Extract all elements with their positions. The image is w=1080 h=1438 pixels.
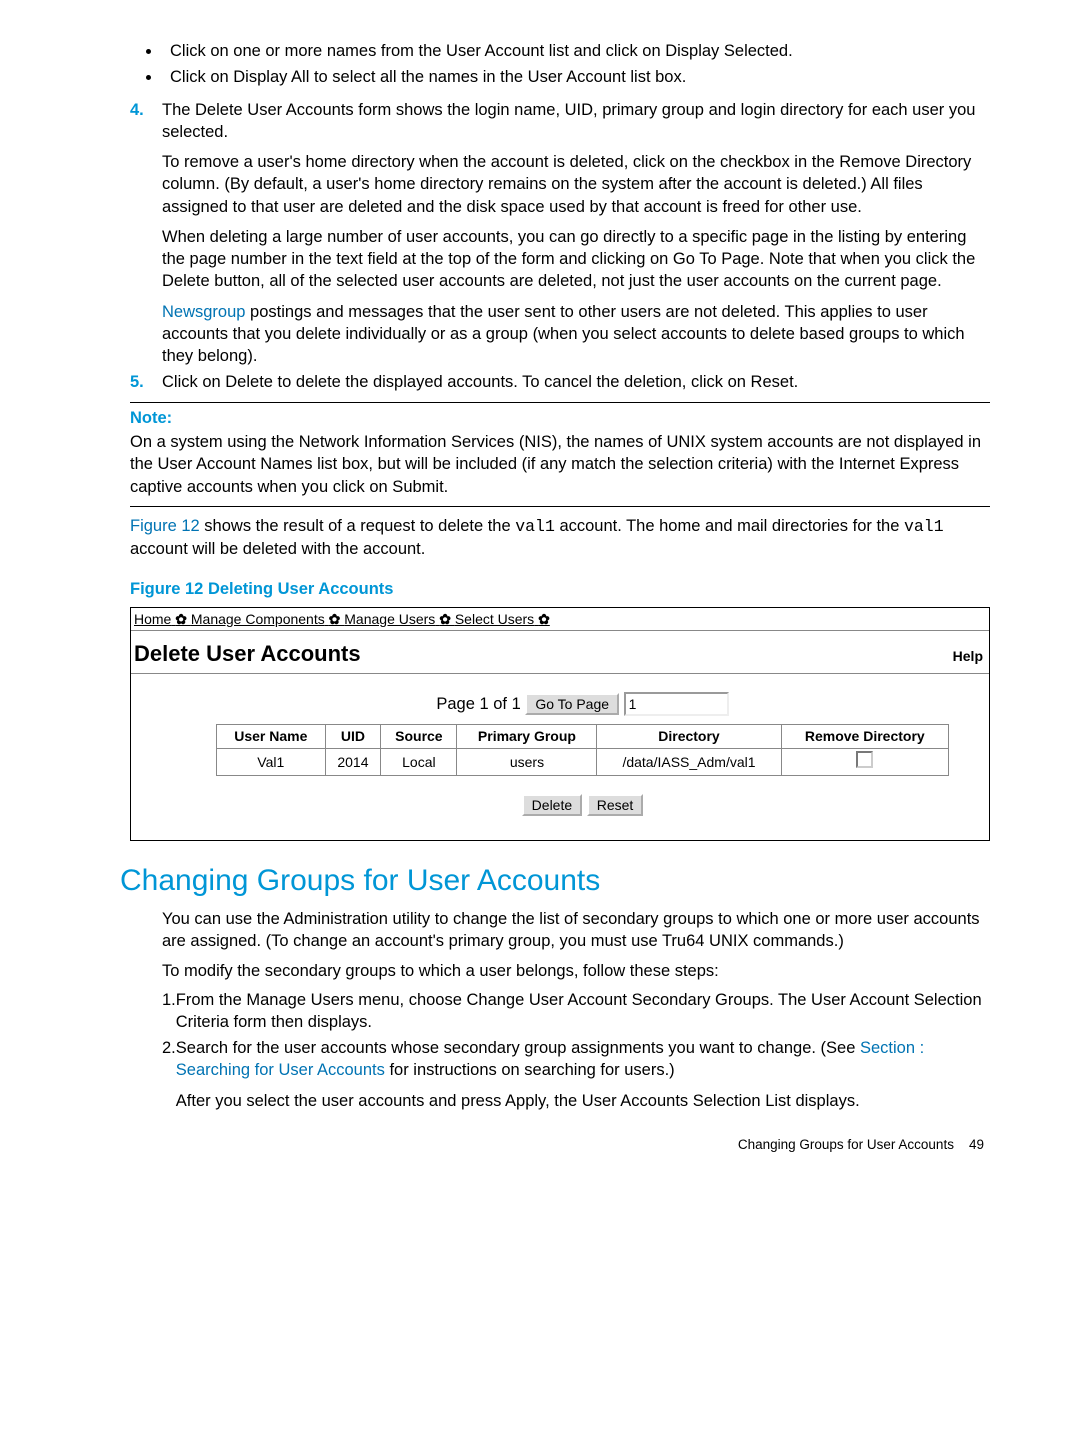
top-sub-bullets: Click on one or more names from the User…	[162, 40, 990, 89]
td-rdir	[781, 749, 948, 776]
reset-button[interactable]: Reset	[587, 794, 644, 816]
td-source: Local	[381, 749, 457, 776]
top-ordered-list: 4. The Delete User Accounts form shows t…	[130, 99, 990, 394]
crumb-home[interactable]: Home	[134, 611, 171, 627]
after-note-mono1: val1	[515, 517, 555, 536]
panel-title: Delete User Accounts	[134, 639, 361, 669]
th-user: User Name	[217, 725, 326, 749]
th-dir: Directory	[597, 725, 781, 749]
bullet-2: Click on Display All to select all the n…	[162, 66, 990, 88]
crumb-manage-users[interactable]: Manage Users	[344, 611, 435, 627]
footer-label: Changing Groups for User Accounts	[738, 1137, 954, 1152]
crumb-select-users[interactable]: Select Users	[455, 611, 534, 627]
section-title: Changing Groups for User Accounts	[120, 861, 990, 902]
accounts-table: User Name UID Source Primary Group Direc…	[216, 724, 949, 776]
note-divider-top	[130, 402, 990, 403]
go-to-page-button[interactable]: Go To Page	[525, 693, 619, 715]
td-pgroup: users	[457, 749, 597, 776]
sec2-it2-b: for instructions on searching for users.…	[385, 1061, 675, 1079]
sec2-num-2: 2.	[162, 1037, 176, 1112]
th-source: Source	[381, 725, 457, 749]
after-note-para: Figure 12 shows the result of a request …	[130, 515, 990, 561]
footer-page: 49	[969, 1137, 984, 1152]
page-label: Page 1 of 1	[436, 695, 520, 713]
crumb-manage-components[interactable]: Manage Components	[191, 611, 325, 627]
th-rdir: Remove Directory	[781, 725, 948, 749]
after-note-tail: account will be deleted with the account…	[130, 540, 425, 558]
crumb-sep-2: ✿	[329, 611, 345, 627]
remove-dir-checkbox[interactable]	[856, 751, 873, 768]
note-heading: Note:	[130, 407, 990, 429]
th-uid: UID	[325, 725, 381, 749]
item4-p4-rest: postings and messages that the user sent…	[162, 303, 965, 366]
item4-p4: Newsgroup postings and messages that the…	[162, 301, 990, 368]
sec2-it2-p2: After you select the user accounts and p…	[176, 1090, 990, 1112]
table-row: Val1 2014 Local users /data/IASS_Adm/val…	[217, 749, 949, 776]
sec2-it2-a: Search for the user accounts whose secon…	[176, 1039, 860, 1057]
after-note-mono2: val1	[904, 517, 944, 536]
sec2-num-1: 1.	[162, 989, 176, 1034]
page-row: Page 1 of 1 Go To Page	[216, 692, 949, 716]
crumb-sep-1: ✿	[175, 611, 191, 627]
sec2-p2: To modify the secondary groups to which …	[162, 960, 990, 982]
bullet-1: Click on one or more names from the User…	[162, 40, 990, 62]
crumb-sep-3: ✿	[439, 611, 455, 627]
th-pgroup: Primary Group	[457, 725, 597, 749]
after-note-mid1: shows the result of a request to delete …	[200, 517, 516, 535]
breadcrumb: Home ✿ Manage Components ✿ Manage Users …	[131, 608, 989, 632]
page-input[interactable]	[624, 692, 729, 716]
help-link[interactable]: Help	[953, 647, 983, 666]
delete-button[interactable]: Delete	[522, 794, 582, 816]
newsgroup-link[interactable]: Newsgroup	[162, 303, 245, 321]
item5-text: Click on Delete to delete the displayed …	[162, 371, 990, 393]
list-num-4: 4.	[130, 99, 162, 368]
after-note-mid2: account. The home and mail directories f…	[555, 517, 904, 535]
list-num-5: 5.	[130, 371, 162, 393]
sec2-list: 1. From the Manage Users menu, choose Ch…	[162, 989, 990, 1112]
figure-12-link[interactable]: Figure 12	[130, 517, 200, 535]
figure-title: Figure 12 Deleting User Accounts	[130, 578, 990, 600]
td-user: Val1	[217, 749, 326, 776]
td-uid: 2014	[325, 749, 381, 776]
item4-p3: When deleting a large number of user acc…	[162, 226, 990, 293]
td-dir: /data/IASS_Adm/val1	[597, 749, 781, 776]
note-divider-bottom	[130, 506, 990, 507]
crumb-sep-4: ✿	[538, 611, 550, 627]
item4-p2: To remove a user's home directory when t…	[162, 151, 990, 218]
item4-p1: The Delete User Accounts form shows the …	[162, 99, 990, 144]
figure-box: Home ✿ Manage Components ✿ Manage Users …	[130, 607, 990, 842]
page-footer: Changing Groups for User Accounts 49	[130, 1136, 984, 1154]
sec2-p1: You can use the Administration utility t…	[162, 908, 990, 953]
sec2-it2: Search for the user accounts whose secon…	[176, 1037, 990, 1082]
note-body: On a system using the Network Informatio…	[130, 431, 990, 498]
sec2-it1: From the Manage Users menu, choose Chang…	[176, 989, 990, 1034]
